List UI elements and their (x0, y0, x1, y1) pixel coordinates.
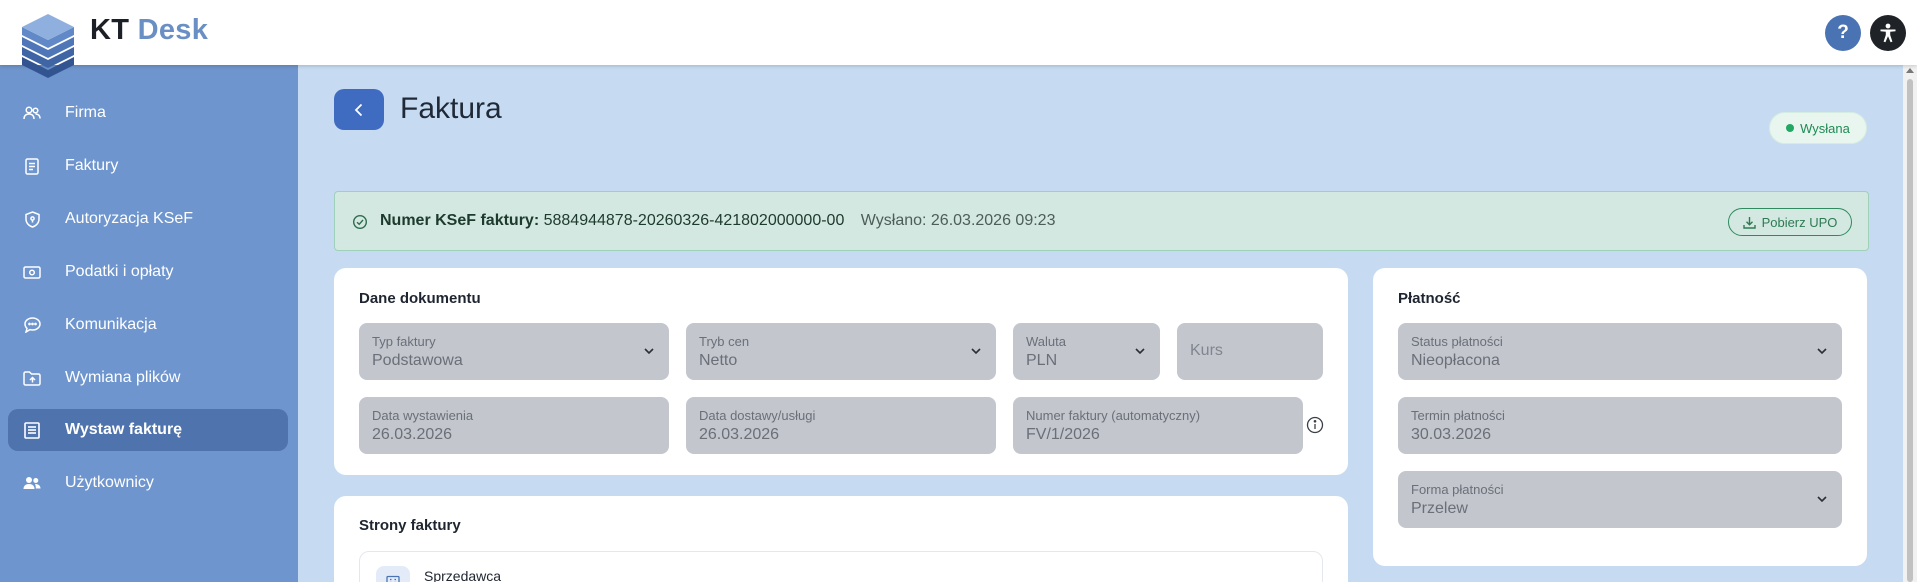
sidebar-item-autoryzacja-ksef[interactable]: Autoryzacja KSeF (8, 198, 288, 240)
people-icon (22, 103, 42, 123)
seller-section[interactable]: Sprzedawca (359, 551, 1323, 582)
payment-card-title: Płatność (1398, 290, 1461, 307)
help-button[interactable]: ? (1825, 15, 1861, 51)
back-button[interactable] (334, 89, 384, 130)
sidebar-item-firma[interactable]: Firma (8, 92, 288, 134)
sidebar-item-komunikacja[interactable]: Komunikacja (8, 304, 288, 346)
sidebar-item-uzytkownicy[interactable]: Użytkownicy (8, 462, 288, 504)
status-badge: Wysłana (1769, 112, 1867, 144)
field-label: Data dostawy/usługi (699, 408, 816, 423)
field-label: Status płatności (1411, 334, 1503, 349)
sidebar-item-label: Podatki i opłaty (65, 263, 174, 280)
users-icon (22, 473, 42, 493)
field-value: Netto (699, 352, 738, 369)
field-value: FV/1/2026 (1026, 426, 1100, 443)
currency-select[interactable]: Waluta PLN (1013, 323, 1160, 380)
ksef-number: 5884944878-20260326-421802000000-00 (543, 212, 845, 229)
field-label: Forma płatności (1411, 482, 1504, 497)
sidebar-item-podatki[interactable]: Podatki i opłaty (8, 251, 288, 293)
chevron-down-icon (1135, 348, 1145, 355)
cash-icon (22, 262, 42, 282)
sidebar-item-label: Firma (65, 104, 106, 121)
field-value: Podstawowa (372, 352, 463, 369)
brand-kt: KT (90, 14, 130, 46)
sidebar: Firma Faktury Autoryzacja KSeF Podatki i… (0, 65, 298, 582)
sidebar-item-label: Faktury (65, 157, 119, 174)
chevron-left-icon (354, 103, 363, 116)
folder-icon (22, 368, 42, 388)
payment-method-select[interactable]: Forma płatności Przelew (1398, 471, 1842, 528)
document-icon (22, 156, 42, 176)
document-card: Dane dokumentu Typ faktury Podstawowa Tr… (334, 268, 1348, 475)
download-icon (1742, 216, 1756, 229)
field-value: Przelew (1411, 500, 1468, 517)
sidebar-item-label: Autoryzacja KSeF (65, 210, 194, 227)
info-icon[interactable] (1306, 416, 1324, 434)
status-label: Wysłana (1800, 120, 1850, 136)
sidebar-item-label: Komunikacja (65, 316, 157, 333)
status-dot-icon (1786, 124, 1795, 132)
field-label: Termin płatności (1411, 408, 1505, 423)
page-title: Faktura (400, 92, 502, 125)
ksef-sent-date: Wysłano: 26.03.2026 09:23 (860, 212, 1056, 229)
brand-name: KT Desk (90, 14, 208, 47)
sidebar-item-label: Wystaw fakturę (65, 421, 183, 438)
sidebar-item-wystaw-fakture[interactable]: Wystaw fakturę (8, 409, 288, 451)
price-mode-select[interactable]: Tryb cen Netto (686, 323, 996, 380)
chevron-down-icon (644, 348, 654, 355)
check-circle-icon (352, 214, 368, 230)
scrollbar-thumb[interactable] (1907, 79, 1913, 582)
document-card-title: Dane dokumentu (359, 290, 481, 307)
ksef-number-label: Numer KSeF faktury: (380, 212, 540, 229)
field-label: Typ faktury (372, 334, 436, 349)
sidebar-item-faktury[interactable]: Faktury (8, 145, 288, 187)
field-label: Data wystawienia (372, 408, 474, 423)
ksef-info: Numer KSeF faktury: 5884944878-20260326-… (380, 212, 1055, 230)
download-upo-button[interactable]: Pobierz UPO (1728, 208, 1852, 236)
field-value: 30.03.2026 (1411, 426, 1492, 443)
payment-card: Płatność Status płatności Nieopłacona Te… (1373, 268, 1867, 566)
page-scrollbar[interactable] (1903, 65, 1917, 582)
brand-desk: Desk (137, 14, 209, 46)
parties-card-title: Strony faktury (359, 517, 461, 534)
accessibility-icon (1880, 23, 1896, 43)
sidebar-item-label: Wymiana plików (65, 369, 181, 386)
invoice-icon (22, 420, 42, 440)
field-placeholder: Kurs (1190, 342, 1223, 359)
sidebar-item-wymiana-plikow[interactable]: Wymiana plików (8, 357, 288, 399)
building-icon (376, 566, 410, 582)
invoice-number-field[interactable]: Numer faktury (automatyczny) FV/1/2026 (1013, 397, 1303, 454)
field-label: Numer faktury (automatyczny) (1026, 408, 1201, 423)
seller-label: Sprzedawca (424, 568, 502, 582)
accessibility-button[interactable] (1870, 15, 1906, 51)
exchange-rate-input[interactable]: Kurs (1177, 323, 1323, 380)
invoice-type-select[interactable]: Typ faktury Podstawowa (359, 323, 669, 380)
payment-status-select[interactable]: Status płatności Nieopłacona (1398, 323, 1842, 380)
delivery-date-field[interactable]: Data dostawy/usługi 26.03.2026 (686, 397, 996, 454)
ksef-banner: Numer KSeF faktury: 5884944878-20260326-… (334, 191, 1869, 251)
app-header: KT Desk ? (0, 0, 1917, 78)
scroll-up-icon[interactable] (1906, 68, 1914, 73)
shield-icon (22, 209, 42, 229)
chevron-down-icon (1817, 496, 1827, 503)
field-label: Waluta (1026, 334, 1066, 349)
chevron-down-icon (1817, 348, 1827, 355)
field-value: 26.03.2026 (372, 426, 453, 443)
chat-icon (22, 315, 42, 335)
field-value: 26.03.2026 (699, 426, 780, 443)
download-upo-label: Pobierz UPO (1761, 214, 1838, 230)
chevron-down-icon (971, 348, 981, 355)
field-value: Nieopłacona (1411, 352, 1500, 369)
payment-due-date-field[interactable]: Termin płatności 30.03.2026 (1398, 397, 1842, 454)
field-value: PLN (1026, 352, 1058, 369)
field-label: Tryb cen (699, 334, 750, 349)
issue-date-field[interactable]: Data wystawienia 26.03.2026 (359, 397, 669, 454)
logo-icon (20, 14, 76, 80)
sidebar-item-label: Użytkownicy (65, 474, 154, 491)
